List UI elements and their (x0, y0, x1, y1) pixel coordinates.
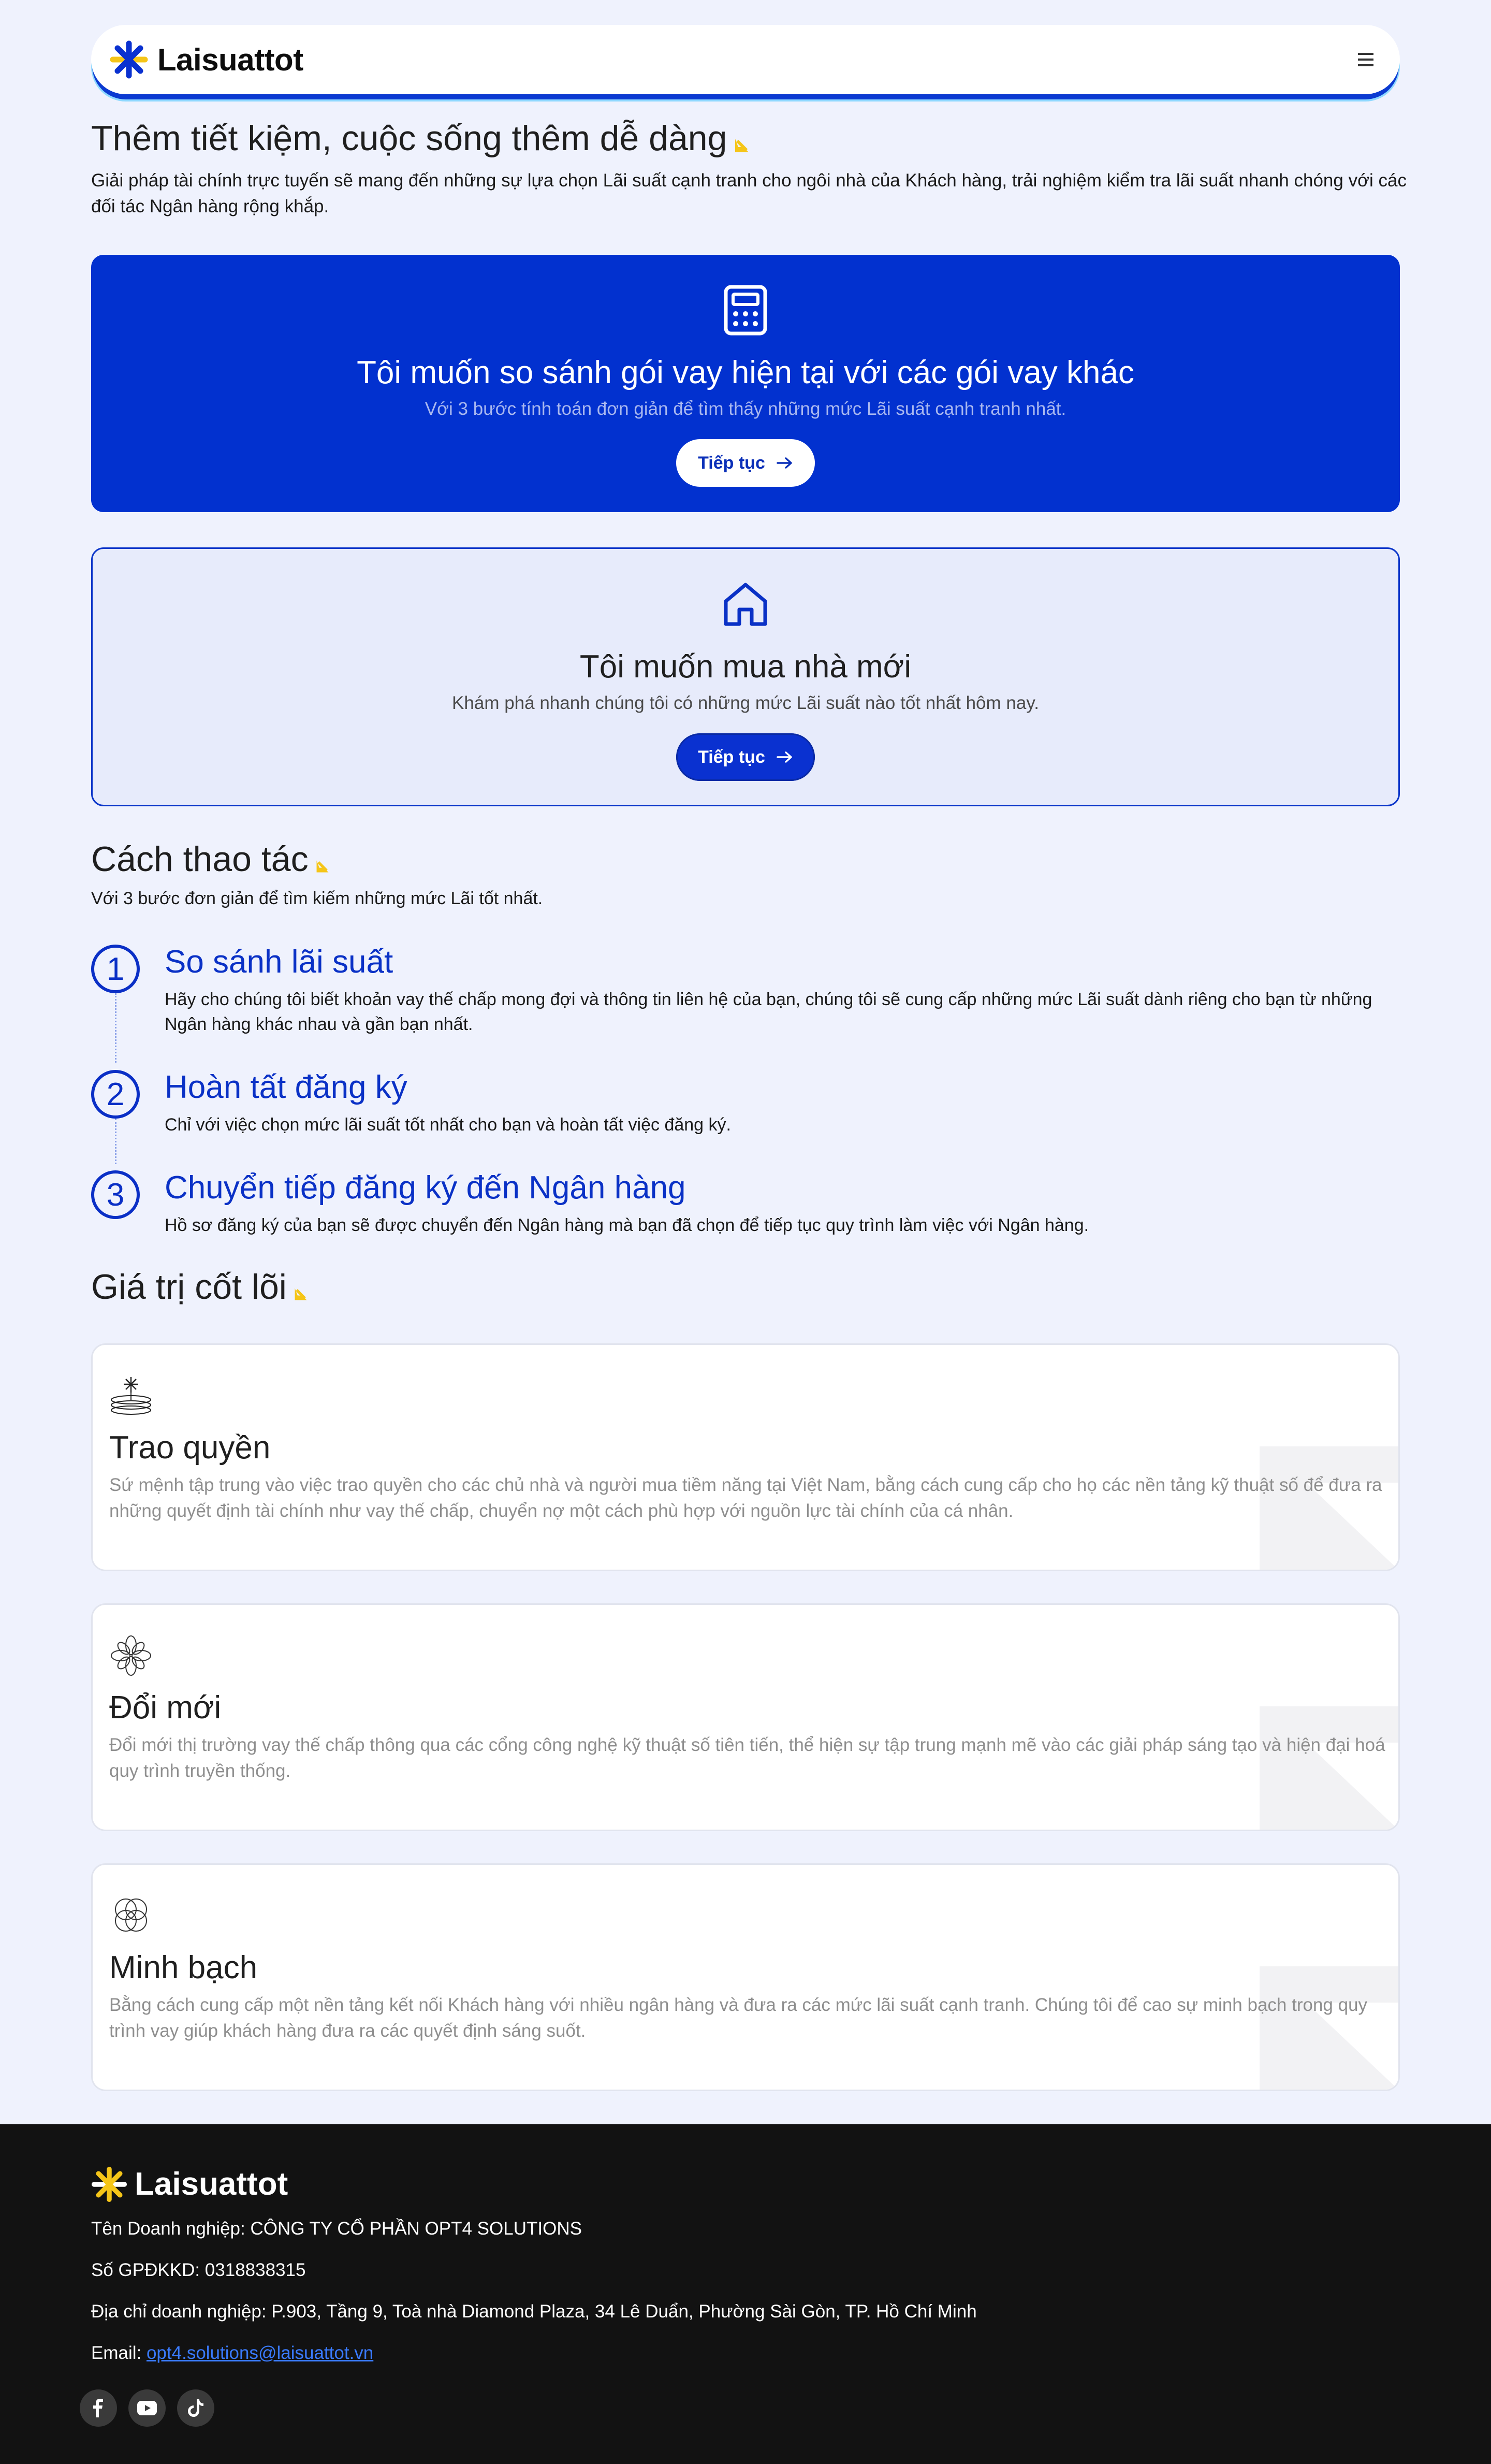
core-values-title-text: Giá trị cốt lõi (91, 1267, 287, 1307)
brand-name: Laisuattot (157, 42, 303, 77)
site-footer: Laisuattot Tên Doanh nghiệp: CÔNG TY CỔ … (0, 2124, 1491, 2464)
continue-button[interactable]: Tiếp tục (676, 439, 815, 487)
overlapping-circles-icon (109, 1894, 1382, 1940)
step-number: 2 (91, 1070, 140, 1119)
value-card: Trao quyền Sứ mệnh tập trung vào việc tr… (91, 1343, 1400, 1571)
arrow-right-icon (777, 751, 792, 763)
value-card: Đổi mới Đổi mới thị trường vay thế chấp … (91, 1603, 1400, 1831)
step-description: Hãy cho chúng tôi biết khoản vay thế chấ… (165, 990, 1372, 1034)
core-values-title: Giá trị cốt lõi (91, 1267, 1400, 1307)
continue-button[interactable]: Tiếp tục (676, 733, 815, 781)
asterisk-logo-icon (110, 40, 148, 79)
step-number: 1 (91, 945, 140, 993)
intro-title-text: Thêm tiết kiệm, cuộc sống thêm dễ dàng (91, 119, 727, 158)
value-title: Trao quyền (109, 1430, 271, 1466)
buy-home-card: Tôi muốn mua nhà mới Khám phá nhanh chún… (91, 547, 1400, 806)
hamburger-menu-icon[interactable] (1350, 44, 1381, 75)
step-item: 2 Hoàn tất đăng ký Chỉ với việc chọn mức… (91, 1063, 1400, 1163)
empower-icon (109, 1374, 1382, 1420)
value-card: Minh bạch Bằng cách cung cấp một nền tản… (91, 1863, 1400, 2091)
footer-company: Tên Doanh nghiệp: CÔNG TY CỔ PHẦN OPT4 S… (91, 2219, 582, 2239)
intro-description: Giải pháp tài chính trực tuyến sẽ mang đ… (91, 170, 1407, 216)
card-title: Tôi muốn mua nhà mới (579, 649, 912, 685)
step-number: 3 (91, 1170, 140, 1219)
footer-email-link[interactable]: opt4.solutions@laisuattot.vn (147, 2343, 373, 2363)
footer-license: Số GPĐKKD: 0318838315 (91, 2260, 306, 2280)
steps-list: 1 So sánh lãi suất Hãy cho chúng tôi biế… (91, 937, 1400, 1246)
tiktok-icon[interactable] (177, 2389, 214, 2427)
brand-logo[interactable]: Laisuattot (110, 40, 303, 79)
intro-title: Thêm tiết kiệm, cuộc sống thêm dễ dàng (91, 118, 1400, 158)
footer-address: Địa chỉ doanh nghiệp: P.903, Tầng 9, Toà… (91, 2301, 977, 2322)
step-item: 1 So sánh lãi suất Hãy cho chúng tôi biế… (91, 937, 1400, 1063)
card-subtitle: Với 3 bước tính toán đơn giản để tìm thấ… (425, 399, 1066, 419)
compare-loan-card: Tôi muốn so sánh gói vay hiện tại với cá… (91, 255, 1400, 512)
flower-icon (109, 1634, 1382, 1680)
value-title: Minh bạch (109, 1950, 258, 1985)
how-title-text: Cách thao tác (91, 839, 309, 879)
house-icon (722, 576, 769, 633)
footer-brand-name: Laisuattot (135, 2166, 288, 2202)
step-description: Chỉ với việc chọn mức lãi suất tốt nhất … (165, 1115, 731, 1135)
card-subtitle: Khám phá nhanh chúng tôi có những mức Lã… (452, 693, 1039, 713)
step-item: 3 Chuyển tiếp đăng ký đến Ngân hàng Hồ s… (91, 1163, 1400, 1246)
site-header: Laisuattot (91, 25, 1400, 94)
calculator-icon (724, 282, 767, 339)
value-description: Đổi mới thị trường vay thế chấp thông qu… (109, 1735, 1385, 1781)
step-title: Chuyển tiếp đăng ký đến Ngân hàng (165, 1170, 686, 1206)
facebook-icon[interactable] (80, 2389, 117, 2427)
continue-button-label: Tiếp tục (698, 747, 765, 767)
continue-button-label: Tiếp tục (698, 453, 765, 473)
arrow-accent-icon (295, 1288, 307, 1300)
step-title: Hoàn tất đăng ký (165, 1069, 407, 1105)
footer-email-label: Email: (91, 2343, 147, 2363)
card-title: Tôi muốn so sánh gói vay hiện tại với cá… (357, 355, 1134, 390)
youtube-icon[interactable] (128, 2389, 166, 2427)
value-description: Sứ mệnh tập trung vào việc trao quyền ch… (109, 1475, 1382, 1521)
arrow-right-icon (777, 457, 792, 469)
how-subtitle: Với 3 bước đơn giản để tìm kiếm những mứ… (91, 889, 543, 908)
footer-brand-logo[interactable]: Laisuattot (91, 2166, 288, 2202)
arrow-accent-icon (735, 139, 749, 152)
social-links (80, 2389, 214, 2427)
value-description: Bằng cách cung cấp một nền tảng kết nối … (109, 1995, 1368, 2041)
asterisk-logo-icon (91, 2166, 127, 2202)
step-title: So sánh lãi suất (165, 944, 393, 980)
footer-email-row: Email: opt4.solutions@laisuattot.vn (91, 2343, 373, 2364)
value-title: Đổi mới (109, 1690, 222, 1726)
step-description: Hồ sơ đăng ký của bạn sẽ được chuyển đến… (165, 1215, 1089, 1235)
arrow-accent-icon (316, 860, 329, 873)
how-title: Cách thao tác (91, 839, 1400, 879)
